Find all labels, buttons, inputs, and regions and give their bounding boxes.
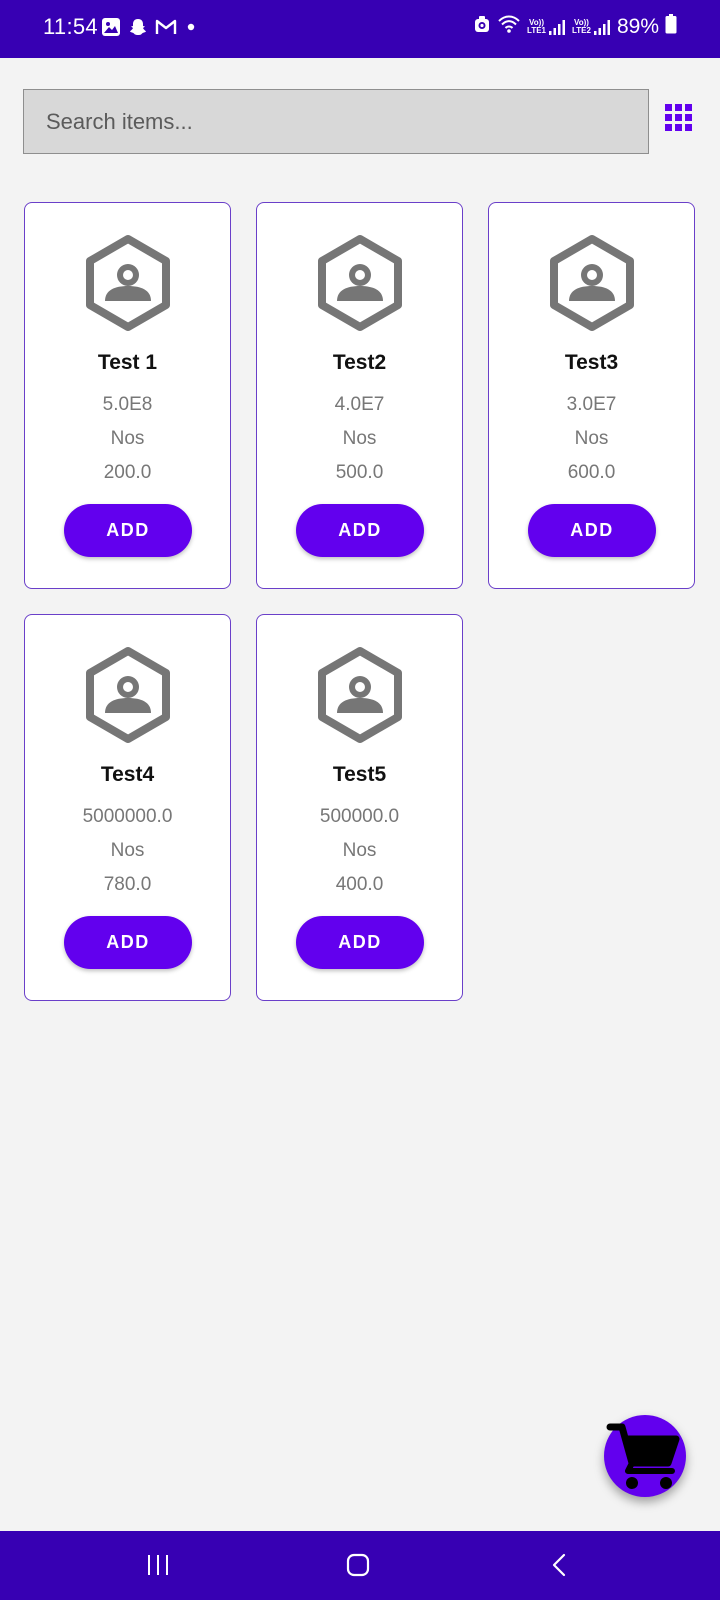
gallery-icon	[101, 17, 121, 42]
product-unit: Nos	[110, 840, 145, 861]
product-price: 200.0	[103, 462, 152, 483]
wifi-icon	[497, 14, 521, 39]
back-button[interactable]	[500, 1531, 620, 1600]
search-input[interactable]	[24, 90, 648, 153]
status-system-icons: Vo)) LTE1 Vo)) LTE2 89%	[473, 14, 677, 39]
product-unit: Nos	[342, 840, 377, 861]
cart-button[interactable]	[604, 1415, 686, 1497]
product-card-5[interactable]: Test5 500000.0 Nos 400.0 ADD	[256, 614, 463, 1001]
product-unit: Nos	[342, 428, 377, 449]
product-card-2[interactable]: Test2 4.0E7 Nos 500.0 ADD	[256, 202, 463, 589]
product-name: Test 1	[97, 351, 158, 374]
product-price: 400.0	[335, 874, 384, 895]
snapchat-icon	[128, 17, 148, 42]
product-value: 5000000.0	[82, 806, 173, 827]
status-time: 11:54	[43, 14, 98, 39]
product-value: 4.0E7	[334, 394, 385, 415]
product-value: 5.0E8	[102, 394, 153, 415]
product-placeholder-icon	[542, 233, 642, 333]
product-card-3[interactable]: Test3 3.0E7 Nos 600.0 ADD	[488, 202, 695, 589]
product-placeholder-icon	[78, 645, 178, 745]
sim2-lte-label: LTE2	[572, 25, 591, 35]
product-unit: Nos	[574, 428, 609, 449]
product-value: 500000.0	[319, 806, 400, 827]
status-bar: 11:54 Vo)) LTE1 Vo)) LTE2 89%	[0, 0, 720, 58]
battery-icon	[665, 14, 677, 39]
sim1-lte-label: LTE1	[527, 25, 546, 35]
product-price: 500.0	[335, 462, 384, 483]
grid-view-icon[interactable]	[665, 104, 693, 132]
signal-lte2-icon: Vo)) LTE2	[572, 18, 611, 36]
product-name: Test3	[564, 351, 619, 374]
status-notification-icons	[101, 17, 198, 42]
battery-percent: 89%	[616, 14, 659, 38]
product-unit: Nos	[110, 428, 145, 449]
product-placeholder-icon	[310, 645, 410, 745]
add-button[interactable]: ADD	[64, 504, 192, 557]
alarm-icon	[473, 14, 491, 39]
product-value: 3.0E7	[566, 394, 617, 415]
dot-icon	[184, 20, 198, 39]
add-button[interactable]: ADD	[296, 916, 424, 969]
product-placeholder-icon	[310, 233, 410, 333]
product-card-4[interactable]: Test4 5000000.0 Nos 780.0 ADD	[24, 614, 231, 1001]
signal-lte1-icon: Vo)) LTE1	[527, 18, 566, 36]
gmail-icon	[155, 18, 177, 41]
product-name: Test2	[332, 351, 387, 374]
add-button[interactable]: ADD	[296, 504, 424, 557]
system-nav-bar	[0, 1531, 720, 1600]
search-box[interactable]	[23, 89, 649, 154]
product-name: Test4	[100, 763, 155, 786]
product-price: 780.0	[103, 874, 152, 895]
product-card-1[interactable]: Test 1 5.0E8 Nos 200.0 ADD	[24, 202, 231, 589]
product-placeholder-icon	[78, 233, 178, 333]
add-button[interactable]: ADD	[528, 504, 656, 557]
product-price: 600.0	[567, 462, 616, 483]
home-button[interactable]	[298, 1531, 418, 1600]
recents-button[interactable]	[98, 1531, 218, 1600]
add-button[interactable]: ADD	[64, 916, 192, 969]
product-name: Test5	[332, 763, 387, 786]
